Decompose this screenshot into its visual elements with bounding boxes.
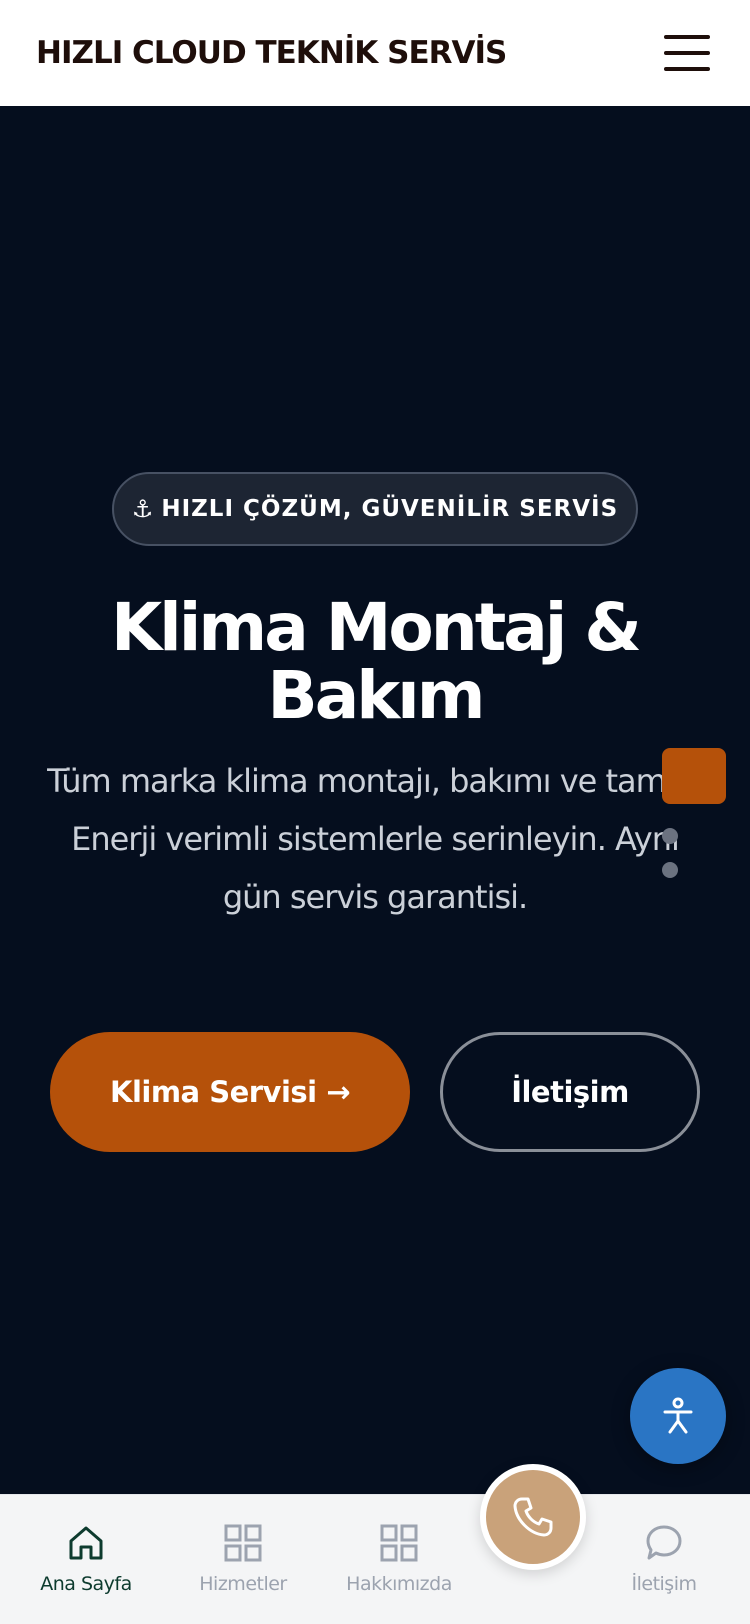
contact-button[interactable]: İletişim bbox=[440, 1032, 700, 1152]
grid-icon bbox=[380, 1524, 418, 1562]
nav-item-about[interactable]: Hakkımızda bbox=[324, 1523, 474, 1595]
nav-label-contact: İletişim bbox=[631, 1573, 698, 1595]
phone-icon bbox=[513, 1497, 553, 1537]
hamburger-menu-icon[interactable] bbox=[664, 35, 710, 71]
nav-label-about: Hakkımızda bbox=[346, 1573, 452, 1595]
slider-dot[interactable] bbox=[662, 862, 678, 878]
site-header: HIZLI CLOUD TEKNİK SERVİS bbox=[0, 0, 750, 106]
grid-icon bbox=[224, 1524, 262, 1562]
hero-badge-text: HIZLI ÇÖZÜM, GÜVENİLİR SERVİS bbox=[161, 496, 619, 522]
chat-bubble-icon bbox=[646, 1525, 682, 1560]
nav-item-home[interactable]: Ana Sayfa bbox=[11, 1523, 161, 1595]
hero-description: Tüm marka klima montajı, bakımı ve tamir… bbox=[47, 762, 704, 916]
slider-dot[interactable] bbox=[662, 828, 678, 844]
call-button[interactable] bbox=[480, 1464, 586, 1570]
menu-bar bbox=[664, 51, 710, 55]
nav-label-home: Ana Sayfa bbox=[40, 1573, 132, 1595]
brand-logo-text[interactable]: HIZLI CLOUD TEKNİK SERVİS bbox=[36, 35, 507, 71]
slider-active-indicator[interactable] bbox=[662, 748, 726, 804]
home-icon bbox=[69, 1526, 103, 1560]
nav-label-services: Hizmetler bbox=[199, 1573, 287, 1595]
hero-section: ⚓ HIZLI ÇÖZÜM, GÜVENİLİR SERVİS Klima Mo… bbox=[0, 106, 750, 1494]
anchor-icon: ⚓ bbox=[131, 495, 154, 523]
nav-item-contact[interactable]: İletişim bbox=[589, 1523, 739, 1595]
bottom-navigation: Ana Sayfa Hizmetler Hakkımızda İletişim bbox=[0, 1494, 750, 1624]
hero-title: Klima Montaj & Bakım bbox=[111, 589, 642, 734]
accessibility-button[interactable] bbox=[630, 1368, 726, 1464]
menu-bar bbox=[664, 35, 710, 39]
accessibility-person-icon bbox=[663, 1397, 693, 1434]
nav-item-services[interactable]: Hizmetler bbox=[168, 1523, 318, 1595]
klima-servisi-button[interactable]: Klima Servisi → bbox=[50, 1032, 410, 1152]
hero-badge: ⚓ HIZLI ÇÖZÜM, GÜVENİLİR SERVİS bbox=[112, 472, 638, 546]
menu-bar bbox=[664, 67, 710, 71]
